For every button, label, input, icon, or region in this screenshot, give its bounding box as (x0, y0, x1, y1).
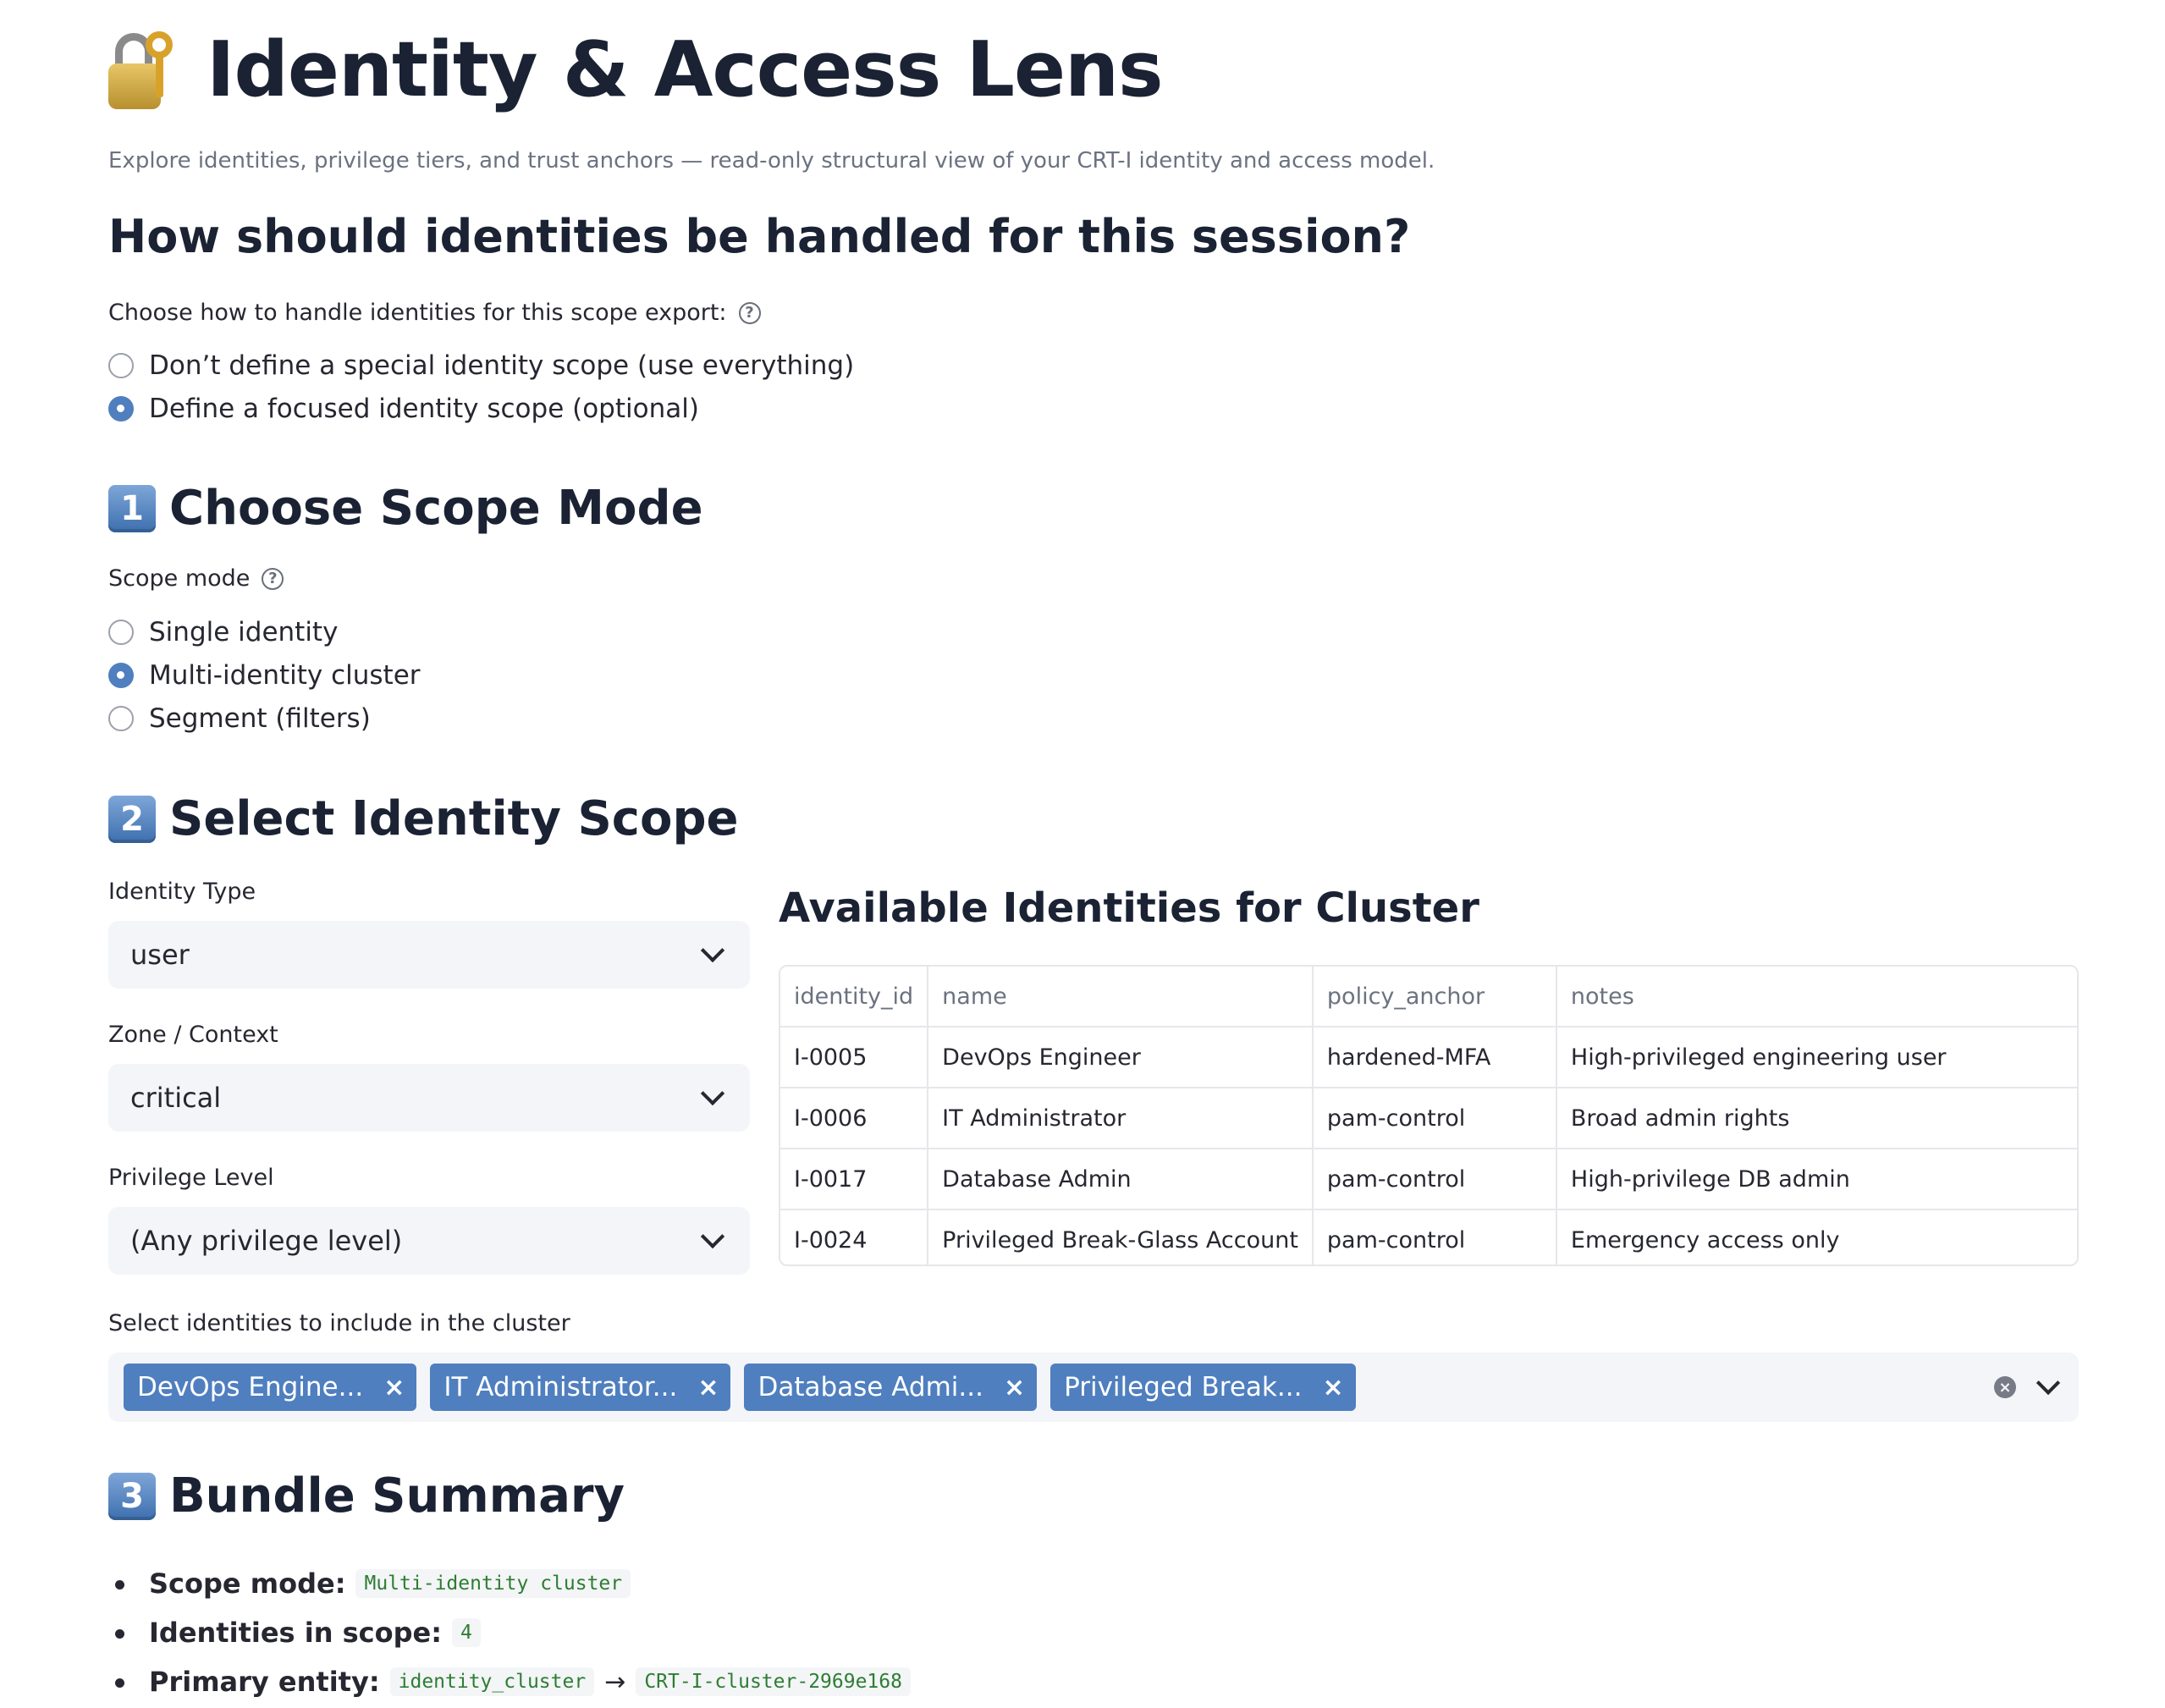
available-identities-title: Available Identities for Cluster (779, 884, 1479, 932)
table-cell: Database Admin (928, 1149, 1314, 1210)
privilege-level-label: Privilege Level (108, 1165, 274, 1191)
identity-type-select[interactable]: user (108, 921, 750, 989)
summary-identities-in-scope: Identities in scope: 4 (115, 1608, 911, 1657)
column-header-name[interactable]: name (928, 967, 1314, 1028)
bundle-summary-list: Scope mode: Multi-identity cluster Ident… (108, 1559, 911, 1706)
remove-tag-icon[interactable]: × (1004, 1373, 1025, 1402)
table-row[interactable]: I-0005 DevOps Engineer hardened-MFA High… (780, 1027, 2077, 1088)
help-icon[interactable]: ? (262, 567, 284, 590)
table-row[interactable]: I-0017 Database Admin pam-control High-p… (780, 1149, 2077, 1210)
page-title: Identity & Access Lens (207, 25, 1164, 114)
cluster-multiselect[interactable]: DevOps Engine... × IT Administrator... ×… (108, 1353, 2079, 1422)
summary-scope-mode: Scope mode: Multi-identity cluster (115, 1559, 911, 1608)
tag-privileged-break-glass: Privileged Break... × (1050, 1364, 1356, 1411)
table-cell: pam-control (1312, 1088, 1557, 1149)
radio-button[interactable] (108, 620, 134, 645)
tag-database-admin: Database Admi... × (744, 1364, 1038, 1411)
radio-segment-filters[interactable]: Segment (filters) (108, 703, 371, 734)
table-cell: IT Administrator (928, 1088, 1314, 1149)
tag-it-administrator: IT Administrator... × (430, 1364, 731, 1411)
cluster-select-label: Select identities to include in the clus… (108, 1310, 570, 1336)
identity-handling-label: Choose how to handle identities for this… (108, 300, 761, 326)
table-cell: pam-control (1312, 1209, 1557, 1264)
help-icon[interactable]: ? (738, 301, 761, 324)
radio-multi-identity-cluster[interactable]: Multi-identity cluster (108, 660, 421, 691)
privilege-level-select[interactable]: (Any privilege level) (108, 1207, 750, 1275)
lock-with-key-icon (108, 30, 181, 111)
table-cell: I-0006 (780, 1088, 929, 1149)
radio-button-selected[interactable] (108, 663, 134, 688)
step2-title: Select Identity Scope (169, 791, 739, 846)
table-row[interactable]: I-0006 IT Administrator pam-control Broa… (780, 1088, 2077, 1149)
radio-focused-scope[interactable]: Define a focused identity scope (optiona… (108, 394, 699, 424)
identities-table: identity_id name policy_anchor notes I-0… (779, 965, 2079, 1266)
table-cell: I-0017 (780, 1149, 929, 1210)
clear-all-icon[interactable]: × (1994, 1376, 2016, 1398)
step1-header: 1 Choose Scope Mode (108, 481, 703, 536)
table-header-row: identity_id name policy_anchor notes (780, 967, 2077, 1028)
column-header-identity-id[interactable]: identity_id (780, 967, 929, 1028)
chevron-down-icon (700, 1081, 725, 1106)
tag-devops-engineer: DevOps Engine... × (124, 1364, 417, 1411)
table-row[interactable]: I-0024 Privileged Break-Glass Account pa… (780, 1209, 2077, 1264)
remove-tag-icon[interactable]: × (697, 1373, 719, 1402)
radio-button[interactable] (108, 706, 134, 731)
chevron-down-icon (700, 1224, 725, 1249)
step3-title: Bundle Summary (169, 1468, 625, 1523)
right-arrow-icon: → (604, 1667, 626, 1697)
summary-primary-entity: Primary entity: identity_cluster → CRT-I… (115, 1657, 911, 1706)
column-header-policy-anchor[interactable]: policy_anchor (1312, 967, 1557, 1028)
radio-button[interactable] (108, 353, 134, 378)
page-subtitle: Explore identities, privilege tiers, and… (108, 148, 1435, 174)
zone-context-select[interactable]: critical (108, 1064, 750, 1132)
table-cell: I-0005 (780, 1027, 929, 1088)
identity-type-label: Identity Type (108, 879, 256, 905)
step2-header: 2 Select Identity Scope (108, 791, 739, 846)
table-cell: I-0024 (780, 1209, 929, 1264)
step3-header: 3 Bundle Summary (108, 1468, 625, 1523)
title-row: Identity & Access Lens (108, 25, 1164, 114)
chevron-down-icon[interactable] (2036, 1370, 2061, 1396)
remove-tag-icon[interactable]: × (1322, 1373, 1343, 1402)
table-cell: DevOps Engineer (928, 1027, 1314, 1088)
keycap-3-icon: 3 (108, 1472, 156, 1520)
table-cell: High-privileged engineering user (1556, 1027, 2077, 1088)
page: Identity & Access Lens Explore identitie… (0, 0, 2165, 1708)
radio-button-selected[interactable] (108, 396, 134, 421)
table-cell: pam-control (1312, 1149, 1557, 1210)
table-cell: Privileged Break-Glass Account (928, 1209, 1314, 1264)
step1-title: Choose Scope Mode (169, 481, 703, 536)
column-header-notes[interactable]: notes (1556, 967, 2077, 1028)
table-cell: hardened-MFA (1312, 1027, 1557, 1088)
keycap-2-icon: 2 (108, 795, 156, 843)
radio-single-identity[interactable]: Single identity (108, 617, 338, 647)
table-cell: Emergency access only (1570, 1226, 1840, 1253)
multiselect-controls: × (1994, 1370, 2063, 1398)
identity-handling-heading: How should identities be handled for thi… (108, 210, 1411, 263)
remove-tag-icon[interactable]: × (383, 1373, 405, 1402)
keycap-1-icon: 1 (108, 484, 156, 532)
radio-use-everything[interactable]: Don’t define a special identity scope (u… (108, 350, 854, 381)
chevron-down-icon (700, 938, 725, 963)
zone-context-label: Zone / Context (108, 1022, 278, 1048)
table-cell: High-privilege DB admin (1556, 1149, 2077, 1210)
table-cell: Broad admin rights (1556, 1088, 2077, 1149)
scope-mode-label: Scope mode ? (108, 565, 284, 592)
